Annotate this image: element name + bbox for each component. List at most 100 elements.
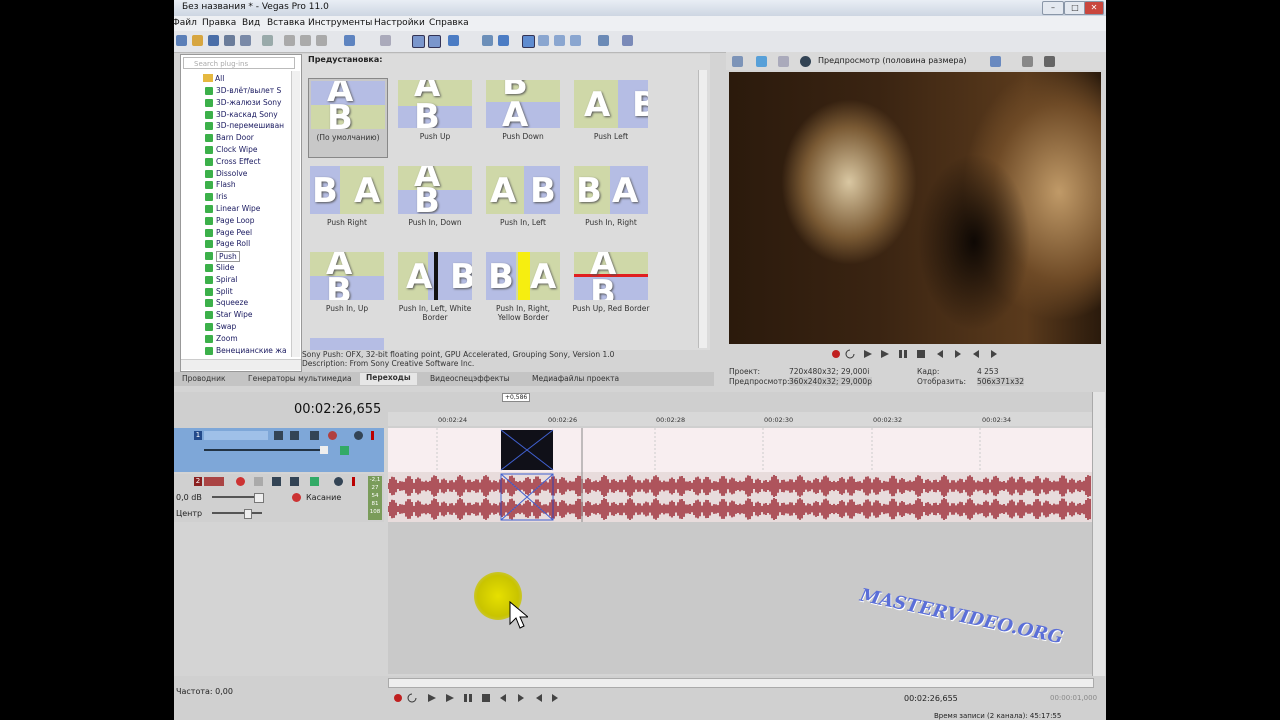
preset-thumbnail[interactable]: A B Push Left: [572, 78, 650, 156]
track-motion-icon[interactable]: [274, 431, 283, 440]
preset-thumbnail[interactable]: A B (По умолчанию): [308, 78, 388, 158]
track-fx-icon[interactable]: [272, 477, 281, 486]
tree-hscrollbar[interactable]: [181, 359, 301, 370]
next-frame-icon[interactable]: [552, 694, 558, 702]
tree-item[interactable]: Slide: [216, 263, 234, 272]
open-icon[interactable]: [192, 35, 203, 46]
pause-icon[interactable]: [464, 694, 467, 702]
copy-icon[interactable]: [300, 35, 311, 46]
arm-record-icon[interactable]: [236, 477, 245, 486]
preset-thumbnail[interactable]: B A Push Down: [484, 78, 562, 156]
menu-edit[interactable]: Правка: [202, 18, 236, 28]
track-fx-icon[interactable]: [290, 477, 299, 486]
envelope-tool-icon[interactable]: [428, 35, 441, 48]
help-icon[interactable]: [622, 35, 633, 46]
normal-edit-tool-icon[interactable]: [412, 35, 425, 48]
automation-icon[interactable]: [292, 493, 301, 502]
tree-item[interactable]: Dissolve: [216, 169, 247, 178]
tree-item[interactable]: Clock Wipe: [216, 145, 257, 154]
tree-item[interactable]: Венецианские жа: [216, 346, 287, 355]
preset-thumbnail[interactable]: A B Push In, Left: [484, 164, 562, 242]
menu-view[interactable]: Вид: [242, 18, 260, 28]
snapping-icon[interactable]: [498, 35, 509, 46]
play-icon[interactable]: [446, 694, 454, 702]
tree-item[interactable]: 3D-жалюзи Sony: [216, 98, 282, 107]
track-area[interactable]: [387, 428, 1092, 522]
video-track-header[interactable]: 1: [174, 428, 384, 472]
copy-snapshot-icon[interactable]: [990, 56, 1001, 67]
stop-icon[interactable]: [482, 694, 490, 702]
mute-icon[interactable]: [334, 477, 343, 486]
preset-thumbnail[interactable]: B A Push Right: [308, 164, 386, 242]
preset-thumbnail[interactable]: [308, 336, 386, 350]
preset-thumbnail[interactable]: B A Push In, Right: [572, 164, 650, 242]
what-is-this-icon[interactable]: [598, 35, 609, 46]
tree-item[interactable]: Page Roll: [216, 239, 250, 248]
tree-item[interactable]: 3D-перемешиван: [216, 121, 284, 130]
save-icon[interactable]: [208, 35, 219, 46]
timeline-empty-area[interactable]: MASTERVIDEO.ORG: [388, 522, 1092, 674]
close-button[interactable]: ✕: [1084, 1, 1104, 15]
auto-crossfade-icon[interactable]: [570, 35, 581, 46]
tree-item[interactable]: Linear Wipe: [216, 204, 260, 213]
preset-thumbnail[interactable]: A B Push Up, Red Border: [572, 250, 650, 328]
tree-root[interactable]: All: [215, 74, 224, 83]
mute-icon[interactable]: [354, 431, 363, 440]
prev-frame-icon[interactable]: [973, 350, 979, 358]
tree-item[interactable]: Star Wipe: [216, 310, 252, 319]
search-input[interactable]: Search plug-ins: [183, 57, 295, 69]
go-to-start-icon[interactable]: [937, 350, 943, 358]
preset-thumbnail[interactable]: A B Push In, Down: [396, 164, 474, 242]
properties-icon[interactable]: [262, 35, 273, 46]
preset-scrollbar[interactable]: [698, 70, 707, 348]
menu-file[interactable]: Файл: [174, 18, 197, 28]
split-screen-icon[interactable]: [778, 56, 789, 67]
play-icon[interactable]: [881, 350, 889, 358]
gear-icon[interactable]: [328, 431, 337, 440]
tree-item[interactable]: 3D-влёт/вылет S: [216, 86, 281, 95]
overlays-icon[interactable]: [800, 56, 811, 67]
menu-settings[interactable]: Настройки: [374, 18, 425, 28]
tree-item[interactable]: Page Peel: [216, 228, 252, 237]
tab-explorer[interactable]: Проводник: [182, 374, 226, 383]
undo-icon[interactable]: [344, 35, 355, 46]
pan-slider[interactable]: [212, 512, 262, 514]
tree-item[interactable]: Iris: [216, 192, 227, 201]
bus-icon[interactable]: [310, 477, 319, 486]
preset-thumbnail[interactable]: A B Push Up: [396, 78, 474, 156]
timeline-vscrollbar[interactable]: [1092, 392, 1105, 676]
save-as-icon[interactable]: [224, 35, 235, 46]
video-output-icon[interactable]: [732, 56, 743, 67]
maximize-button[interactable]: □: [1064, 1, 1086, 15]
go-to-end-icon[interactable]: [955, 350, 961, 358]
track-name-field[interactable]: [204, 431, 268, 440]
ignore-grouping-icon[interactable]: [554, 35, 565, 46]
auto-ripple-icon[interactable]: [522, 35, 535, 48]
compositing-icon[interactable]: [310, 431, 319, 440]
tab-video-fx[interactable]: Видеоспецэффекты: [430, 374, 510, 383]
automation-mode[interactable]: Касание: [306, 493, 341, 502]
paste-icon[interactable]: [316, 35, 327, 46]
tree-item[interactable]: 3D-каскад Sony: [216, 110, 278, 119]
level-slider[interactable]: [204, 449, 328, 451]
tab-media-generators[interactable]: Генераторы мультимедиа: [248, 374, 352, 383]
tree-item[interactable]: Zoom: [216, 334, 238, 343]
tree-item[interactable]: Split: [216, 287, 233, 296]
menu-insert[interactable]: Вставка: [267, 18, 305, 28]
pause-icon[interactable]: [899, 350, 902, 358]
cut-icon[interactable]: [284, 35, 295, 46]
menu-tools[interactable]: Инструменты: [308, 18, 372, 28]
tree-item[interactable]: Page Loop: [216, 216, 255, 225]
save-frame-icon[interactable]: [1044, 56, 1055, 67]
record-icon[interactable]: [394, 694, 402, 702]
timeline-hscrollbar[interactable]: [388, 678, 1094, 688]
preset-thumbnail[interactable]: A B Push In, Up: [308, 250, 386, 328]
tree-item[interactable]: Spiral: [216, 275, 237, 284]
selection-tool-icon[interactable]: [448, 35, 459, 46]
preview-device-icon[interactable]: [756, 56, 767, 67]
loop-icon[interactable]: [845, 349, 855, 359]
volume-slider-thumb[interactable]: [254, 493, 264, 503]
menu-help[interactable]: Справка: [429, 18, 469, 28]
go-to-start-icon[interactable]: [500, 694, 506, 702]
tree-item[interactable]: Squeeze: [216, 298, 248, 307]
